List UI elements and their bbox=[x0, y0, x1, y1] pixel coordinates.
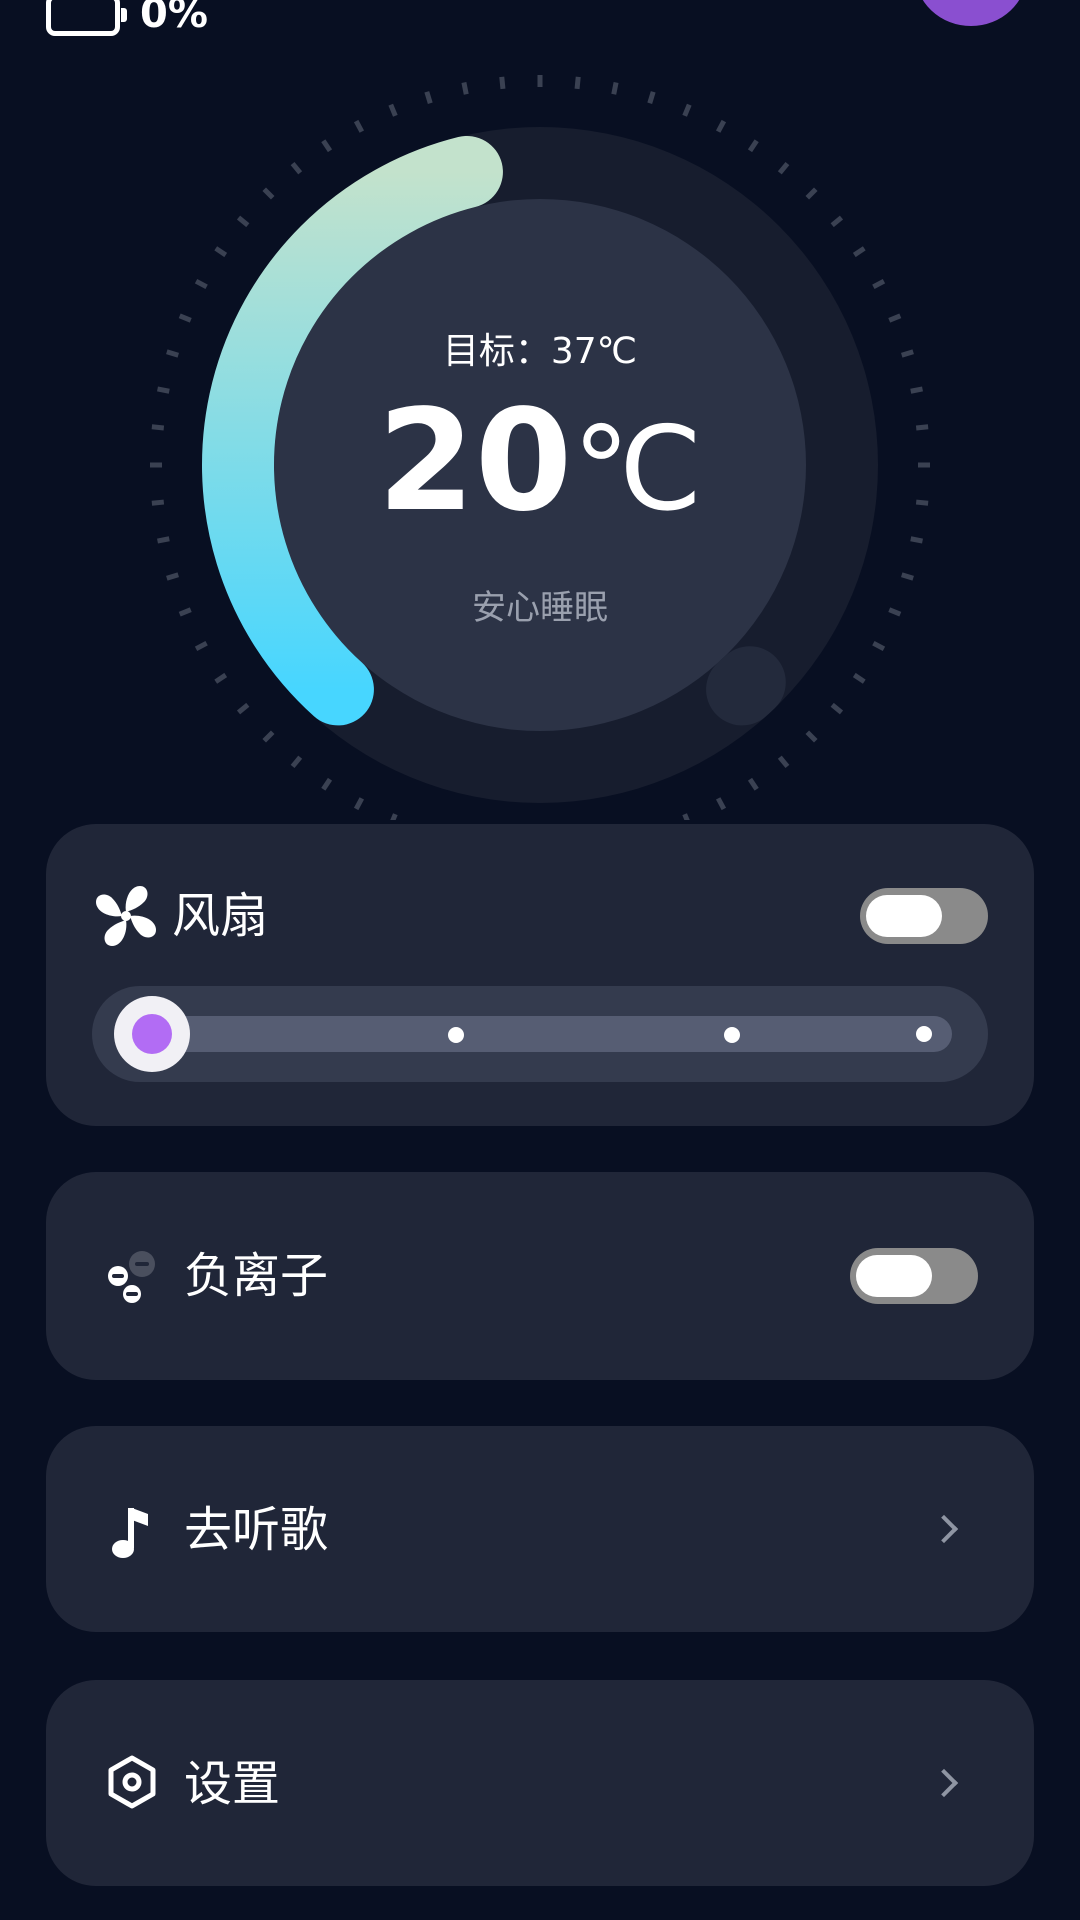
dial-tick bbox=[321, 139, 333, 153]
dial-tick bbox=[872, 278, 886, 290]
fan-toggle[interactable] bbox=[860, 888, 988, 944]
dial-tick bbox=[194, 640, 208, 652]
dial-tick bbox=[888, 313, 902, 323]
dial-tick bbox=[715, 797, 727, 811]
dial-tick bbox=[611, 82, 619, 95]
dial-track-end bbox=[706, 646, 786, 726]
dial-tick bbox=[194, 278, 208, 290]
negative-ion-toggle-knob bbox=[856, 1255, 932, 1297]
fan-speed-thumb[interactable] bbox=[114, 996, 190, 1072]
dial-tick bbox=[647, 91, 656, 105]
dial-tick bbox=[777, 161, 790, 175]
dial-tick bbox=[805, 730, 818, 743]
sleep-mode-label: 安心睡眠 bbox=[472, 588, 608, 628]
music-card[interactable]: 去听歌 bbox=[46, 1426, 1034, 1632]
dial-tick bbox=[852, 246, 866, 258]
chevron-right-icon bbox=[929, 1514, 959, 1544]
dial-tick bbox=[236, 215, 250, 228]
dial-tick bbox=[290, 755, 303, 769]
dial-tick bbox=[747, 777, 759, 791]
dial-tick bbox=[214, 246, 228, 258]
dial-tick bbox=[777, 755, 790, 769]
dial-tick bbox=[900, 572, 914, 581]
music-label: 去听歌 bbox=[184, 1502, 329, 1558]
dial-tick bbox=[166, 572, 180, 581]
dial-tick bbox=[424, 91, 433, 105]
dial-tick bbox=[178, 313, 192, 323]
fan-speed-step-2[interactable] bbox=[448, 1027, 464, 1043]
dial-tick bbox=[830, 215, 844, 228]
settings-card[interactable]: 设置 bbox=[46, 1680, 1034, 1886]
dial-tick bbox=[747, 139, 759, 153]
fan-label: 风扇 bbox=[172, 888, 269, 944]
fan-speed-thumb-indicator bbox=[132, 1014, 172, 1054]
dial-tick bbox=[321, 777, 333, 791]
fan-speed-track[interactable] bbox=[152, 1016, 952, 1052]
current-temperature-value: 20 bbox=[377, 380, 573, 543]
settings-hexagon-icon bbox=[108, 1755, 156, 1809]
dial-tick bbox=[461, 82, 469, 95]
dial-tick bbox=[353, 119, 365, 133]
negative-ion-toggle[interactable] bbox=[850, 1248, 978, 1304]
dial-tick bbox=[830, 702, 844, 715]
negative-ion-card: 负离子 bbox=[46, 1172, 1034, 1380]
negative-ion-label: 负离子 bbox=[184, 1248, 329, 1304]
negative-ion-icon bbox=[108, 1251, 155, 1303]
dial-tick bbox=[388, 813, 398, 827]
dial-tick bbox=[574, 76, 581, 90]
dial-tick bbox=[682, 813, 692, 827]
dial-tick bbox=[499, 76, 506, 90]
dial-tick bbox=[262, 730, 275, 743]
dial-tick bbox=[872, 640, 886, 652]
dial-tick bbox=[290, 161, 303, 175]
current-temperature: 20℃ bbox=[0, 392, 1080, 540]
fan-speed-slider[interactable] bbox=[92, 986, 988, 1082]
dial-tick bbox=[805, 187, 818, 200]
temperature-dial[interactable]: 目标：37℃ 20℃ 安心睡眠 bbox=[0, 0, 1080, 855]
target-temperature: 目标：37℃ bbox=[442, 331, 638, 372]
chevron-right-icon bbox=[929, 1768, 959, 1798]
current-temperature-unit: ℃ bbox=[572, 402, 703, 537]
dial-tick bbox=[236, 702, 250, 715]
settings-label: 设置 bbox=[184, 1756, 281, 1812]
fan-icon bbox=[96, 886, 156, 946]
dial-tick bbox=[157, 386, 170, 394]
fan-speed-step-4[interactable] bbox=[916, 1026, 932, 1042]
fan-speed-step-3[interactable] bbox=[724, 1027, 740, 1043]
dial-tick bbox=[353, 797, 365, 811]
dial-tick bbox=[852, 672, 866, 684]
dial-tick bbox=[682, 103, 692, 117]
dial-tick bbox=[910, 386, 923, 394]
music-note-icon bbox=[112, 1508, 148, 1558]
fan-card: 风扇 bbox=[46, 824, 1034, 1126]
dial-tick bbox=[715, 119, 727, 133]
fan-toggle-knob bbox=[866, 895, 942, 937]
dial-tick bbox=[388, 103, 398, 117]
dial-tick bbox=[214, 672, 228, 684]
dial-tick bbox=[262, 187, 275, 200]
